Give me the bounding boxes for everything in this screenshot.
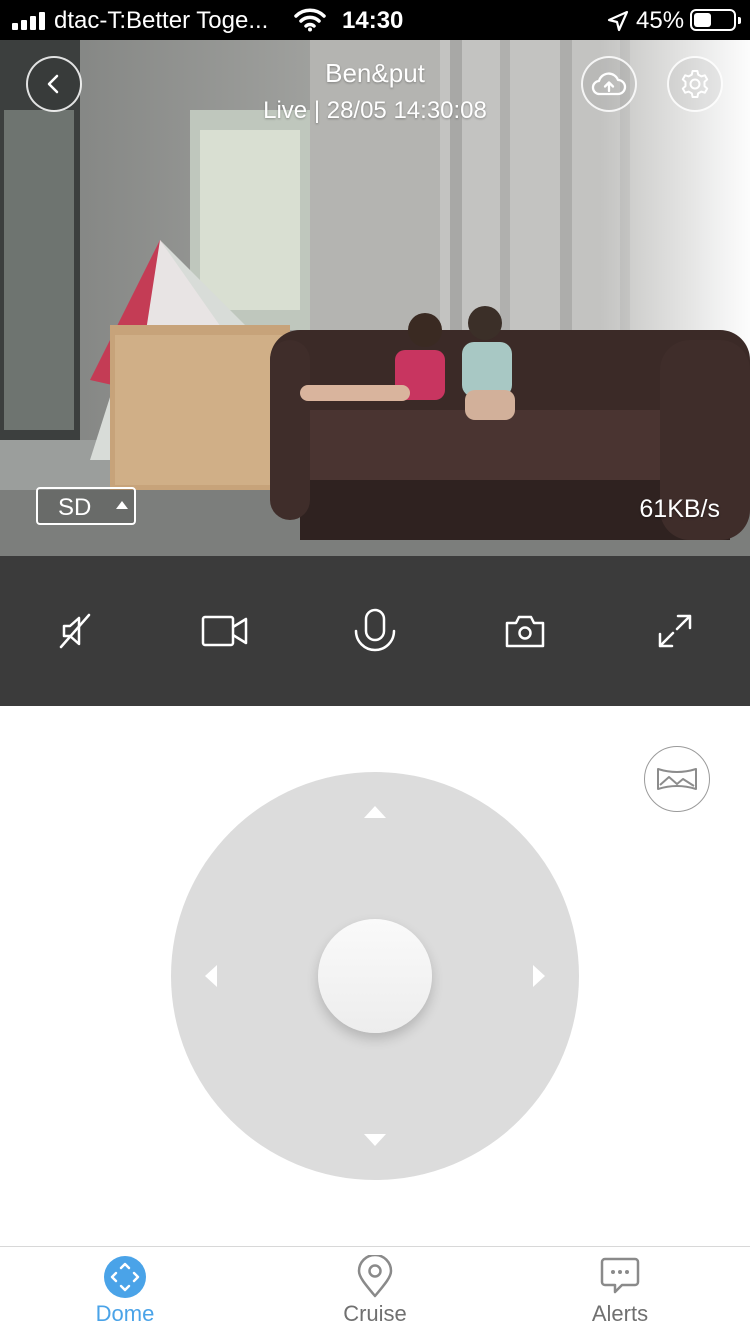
ptz-direction-pad[interactable] — [171, 772, 579, 1180]
mute-button[interactable] — [50, 606, 100, 656]
talk-button[interactable] — [350, 606, 400, 656]
status-bar: dtac-T:Better Toge... 14:30 45% — [0, 0, 750, 40]
tab-alerts[interactable]: Alerts — [495, 1247, 745, 1334]
battery-percent: 45% — [636, 7, 685, 34]
microphone-icon — [354, 608, 396, 652]
wifi-icon — [294, 8, 326, 32]
pan-up-arrow-icon[interactable] — [364, 806, 386, 818]
media-control-bar — [0, 556, 750, 706]
tab-cruise-label: Cruise — [343, 1301, 407, 1326]
pan-down-arrow-icon[interactable] — [364, 1134, 386, 1146]
pan-right-arrow-icon[interactable] — [533, 965, 545, 987]
cloud-button[interactable] — [581, 56, 637, 112]
clock: 14:30 — [342, 7, 404, 34]
camera-icon — [505, 615, 545, 648]
settings-button[interactable] — [667, 56, 723, 112]
carrier-name: dtac-T:Better Toge... — [54, 7, 269, 34]
camera-name: Ben&put — [325, 58, 425, 88]
panorama-button[interactable] — [644, 746, 710, 812]
dome-icon — [104, 1256, 146, 1298]
snapshot-button[interactable] — [500, 606, 550, 656]
quality-label: SD — [58, 494, 92, 521]
tab-cruise[interactable]: Cruise — [250, 1247, 500, 1334]
record-button[interactable] — [200, 606, 250, 656]
location-arrow-icon — [607, 10, 629, 32]
bitrate-readout: 61KB/s — [639, 495, 720, 523]
battery-icon — [690, 9, 741, 31]
tab-dome[interactable]: Dome — [0, 1247, 250, 1334]
speaker-muted-icon — [59, 613, 91, 649]
caret-up-icon — [116, 501, 128, 509]
pan-left-arrow-icon[interactable] — [205, 965, 217, 987]
message-icon — [600, 1257, 640, 1294]
live-timestamp: Live | 28/05 14:30:08 — [263, 97, 487, 124]
panorama-icon — [657, 768, 697, 790]
cloud-upload-icon — [591, 72, 627, 96]
bottom-tab-bar: Dome Cruise Alerts — [0, 1246, 750, 1334]
gear-icon — [681, 70, 709, 98]
battery-fill — [694, 13, 711, 27]
map-pin-icon — [357, 1255, 393, 1298]
tab-alerts-label: Alerts — [591, 1301, 649, 1326]
tab-dome-label: Dome — [95, 1301, 155, 1326]
signal-bars-icon — [12, 12, 48, 30]
fullscreen-button[interactable] — [650, 606, 700, 656]
quality-selector[interactable]: SD — [36, 487, 136, 525]
live-video-view[interactable]: Ben&put Live | 28/05 14:30:08 SD 61KB/s — [0, 40, 750, 556]
joystick-knob[interactable] — [318, 919, 432, 1033]
video-camera-icon — [201, 615, 248, 647]
expand-icon — [658, 614, 692, 648]
